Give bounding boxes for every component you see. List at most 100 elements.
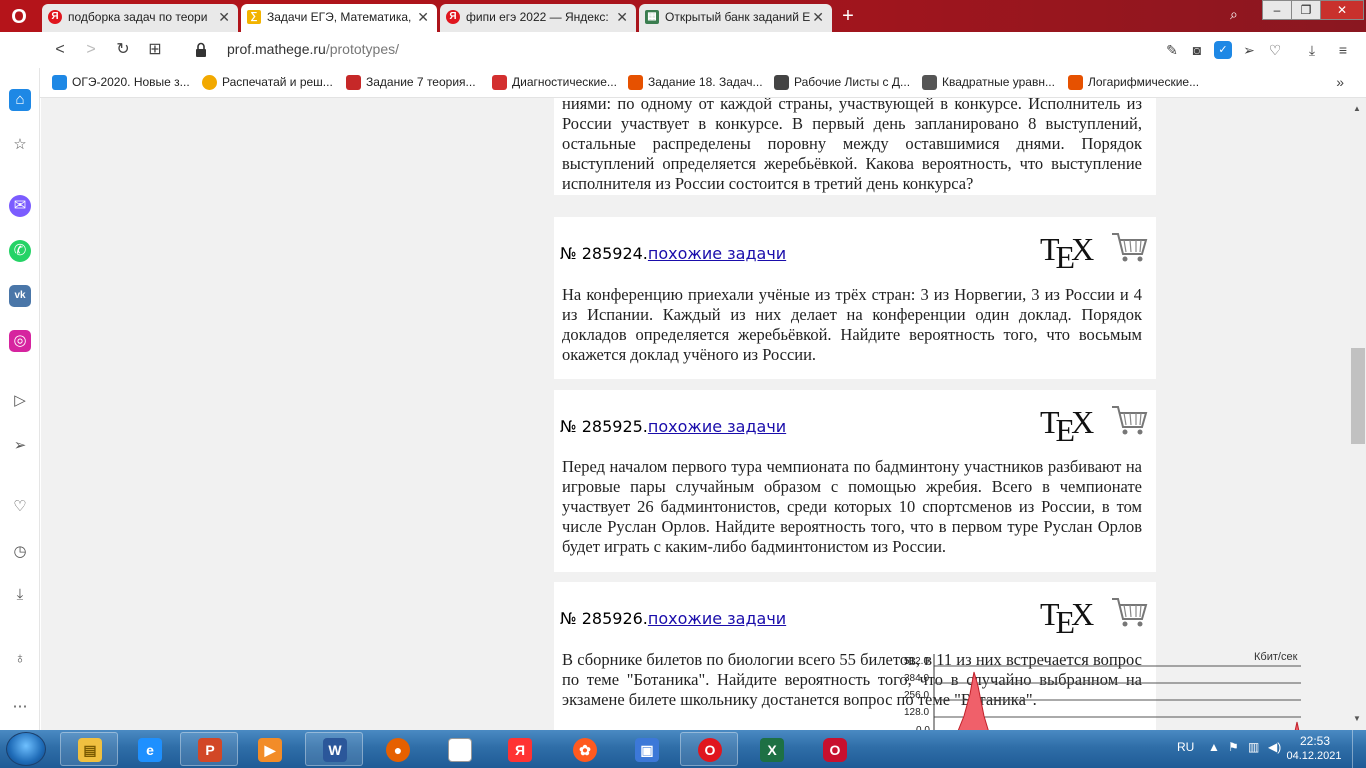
bookmark-item[interactable]: Диагностические...: [492, 75, 617, 90]
download-icon[interactable]: ⤓: [9, 584, 31, 606]
heart-icon[interactable]: ♡: [1266, 41, 1284, 59]
tab-title: Открытый банк заданий Е: [665, 10, 811, 24]
opera-gx-icon: O: [823, 738, 847, 762]
start-button[interactable]: [6, 732, 46, 766]
cart-icon[interactable]: [1110, 595, 1148, 629]
vk-icon[interactable]: vk: [9, 285, 31, 307]
cart-icon[interactable]: [1110, 403, 1148, 437]
reel-taskbar-button[interactable]: ✿: [555, 732, 613, 766]
grid-icon: [922, 75, 937, 90]
puzzle-icon: [774, 75, 789, 90]
url-field[interactable]: prof.mathege.ru/prototypes/: [227, 41, 399, 57]
yandex-taskbar-button[interactable]: Я: [490, 732, 548, 766]
bookmark-label: Распечатай и реш...: [222, 75, 333, 89]
scroll-down-icon[interactable]: ▼: [1353, 714, 1361, 723]
tab-3[interactable]: Я фипи егэ 2022 — Яндекс: ✕: [440, 4, 636, 32]
bookmark-item[interactable]: ОГЭ-2020. Новые з...: [52, 75, 190, 90]
star-icon[interactable]: ☆: [9, 134, 31, 156]
instagram-icon[interactable]: ◎: [9, 330, 31, 352]
excel-taskbar-button[interactable]: X: [742, 732, 800, 766]
ege-icon: [628, 75, 643, 90]
show-desktop-button[interactable]: [1352, 730, 1366, 768]
taskbar: ▤ e P ▶ W ● Я ✿ ▣ O X O RU ▲ ⚑ ▥ ◀) 22:5…: [0, 730, 1366, 768]
speed-dial-icon[interactable]: ⊞: [145, 40, 165, 60]
tex-logo[interactable]: TEX: [1040, 231, 1094, 275]
tab-4[interactable]: ▦ Открытый банк заданий Е ✕: [639, 4, 832, 32]
fipi-icon: ▦: [645, 10, 659, 24]
opera-menu-icon[interactable]: O: [6, 6, 32, 28]
edit-icon[interactable]: ✎: [1163, 41, 1181, 59]
file-taskbar-button[interactable]: [430, 732, 488, 766]
reload-icon[interactable]: ↻: [113, 40, 133, 60]
forward-icon[interactable]: >: [81, 40, 101, 60]
home-icon[interactable]: ⌂: [9, 89, 31, 111]
opera-icon: O: [698, 738, 722, 762]
send-icon[interactable]: ➢: [1240, 41, 1258, 59]
scrollbar[interactable]: ▲ ▼: [1350, 98, 1366, 730]
ie-taskbar-button[interactable]: e: [120, 732, 178, 766]
network-icon[interactable]: ▥: [1248, 740, 1259, 754]
minimize-button[interactable]: –: [1262, 0, 1292, 20]
similar-tasks-link[interactable]: похожие задачи: [648, 417, 786, 436]
bookmark-item[interactable]: Рабочие Листы с Д...: [774, 75, 910, 90]
history-icon[interactable]: ◷: [9, 541, 31, 563]
bookmark-item[interactable]: Квадратные уравн...: [922, 75, 1055, 90]
tray-expand-icon[interactable]: ▲: [1208, 740, 1220, 754]
word-taskbar-button[interactable]: W: [305, 732, 363, 766]
language-indicator[interactable]: RU: [1177, 740, 1194, 754]
bookmark-item[interactable]: Задание 18. Задач...: [628, 75, 763, 90]
player-icon[interactable]: ▷: [9, 390, 31, 412]
close-window-button[interactable]: ✕: [1320, 0, 1364, 20]
sidebar: ⌂ ☆ ✉ ✆ vk ◎ ▷ ➢ ♡ ◷ ⤓ ♁ ⋯: [0, 68, 40, 730]
messenger-icon[interactable]: ✉: [9, 195, 31, 217]
adblock-icon[interactable]: ✓: [1214, 41, 1232, 59]
chevron-right-icon[interactable]: »: [1336, 74, 1344, 90]
bookmark-item[interactable]: Задание 7 теория...: [346, 75, 476, 90]
tex-logo[interactable]: TEX: [1040, 596, 1094, 640]
lightbulb-icon[interactable]: ♁: [9, 648, 31, 670]
new-tab-button[interactable]: +: [838, 5, 858, 27]
bookmark-item[interactable]: Логарифмические...: [1068, 75, 1199, 90]
menu-icon[interactable]: ≡: [1334, 41, 1352, 59]
close-icon[interactable]: ✕: [417, 4, 429, 30]
heart-icon[interactable]: ♡: [9, 496, 31, 518]
lock-icon[interactable]: [195, 42, 207, 58]
more-icon[interactable]: ⋯: [9, 696, 31, 718]
send-icon[interactable]: ➢: [9, 435, 31, 457]
download-icon[interactable]: ⤓: [1303, 41, 1321, 59]
task-number-label: № 285926.: [560, 609, 648, 628]
similar-tasks-link[interactable]: похожие задачи: [648, 609, 786, 628]
explorer-taskbar-button[interactable]: ▤: [60, 732, 118, 766]
back-icon[interactable]: <: [50, 40, 70, 60]
search-tabs-icon[interactable]: ⌕: [1230, 6, 1238, 23]
scroll-up-icon[interactable]: ▲: [1353, 104, 1361, 113]
task-number-label: № 285925.: [560, 417, 648, 436]
bookmark-item[interactable]: Распечатай и реш...: [202, 75, 333, 90]
whatsapp-icon[interactable]: ✆: [9, 240, 31, 262]
tab-1[interactable]: Я подборка задач по теори ✕: [42, 4, 238, 32]
maximize-button[interactable]: ❐: [1291, 0, 1321, 20]
app-taskbar-button[interactable]: ▣: [617, 732, 675, 766]
tex-logo[interactable]: TEX: [1040, 404, 1094, 448]
close-icon[interactable]: ✕: [218, 4, 230, 30]
bookmark-label: Квадратные уравн...: [942, 75, 1055, 89]
camera-icon[interactable]: ◙: [1188, 41, 1206, 59]
similar-tasks-link[interactable]: похожие задачи: [648, 244, 786, 263]
powerpoint-taskbar-button[interactable]: P: [180, 732, 238, 766]
opera-gx-taskbar-button[interactable]: O: [805, 732, 863, 766]
opera-taskbar-button[interactable]: O: [680, 732, 738, 766]
clock-date[interactable]: 04.12.2021: [1284, 750, 1344, 762]
tick-label: 128.0: [904, 707, 929, 718]
clock-time[interactable]: 22:53: [1290, 734, 1340, 748]
tick-label: 512.0: [904, 656, 929, 667]
scroll-thumb[interactable]: [1351, 348, 1365, 444]
close-icon[interactable]: ✕: [812, 4, 824, 30]
volume-icon[interactable]: ◀): [1268, 740, 1281, 754]
cart-icon[interactable]: [1110, 230, 1148, 264]
media-taskbar-button[interactable]: ▶: [240, 732, 298, 766]
tab-2[interactable]: ∑ Задачи ЕГЭ, Математика, ✕: [241, 4, 437, 32]
url-domain: prof.mathege.ru: [227, 41, 326, 57]
firefox-taskbar-button[interactable]: ●: [368, 732, 426, 766]
close-icon[interactable]: ✕: [616, 4, 628, 30]
action-center-icon[interactable]: ⚑: [1228, 740, 1239, 754]
